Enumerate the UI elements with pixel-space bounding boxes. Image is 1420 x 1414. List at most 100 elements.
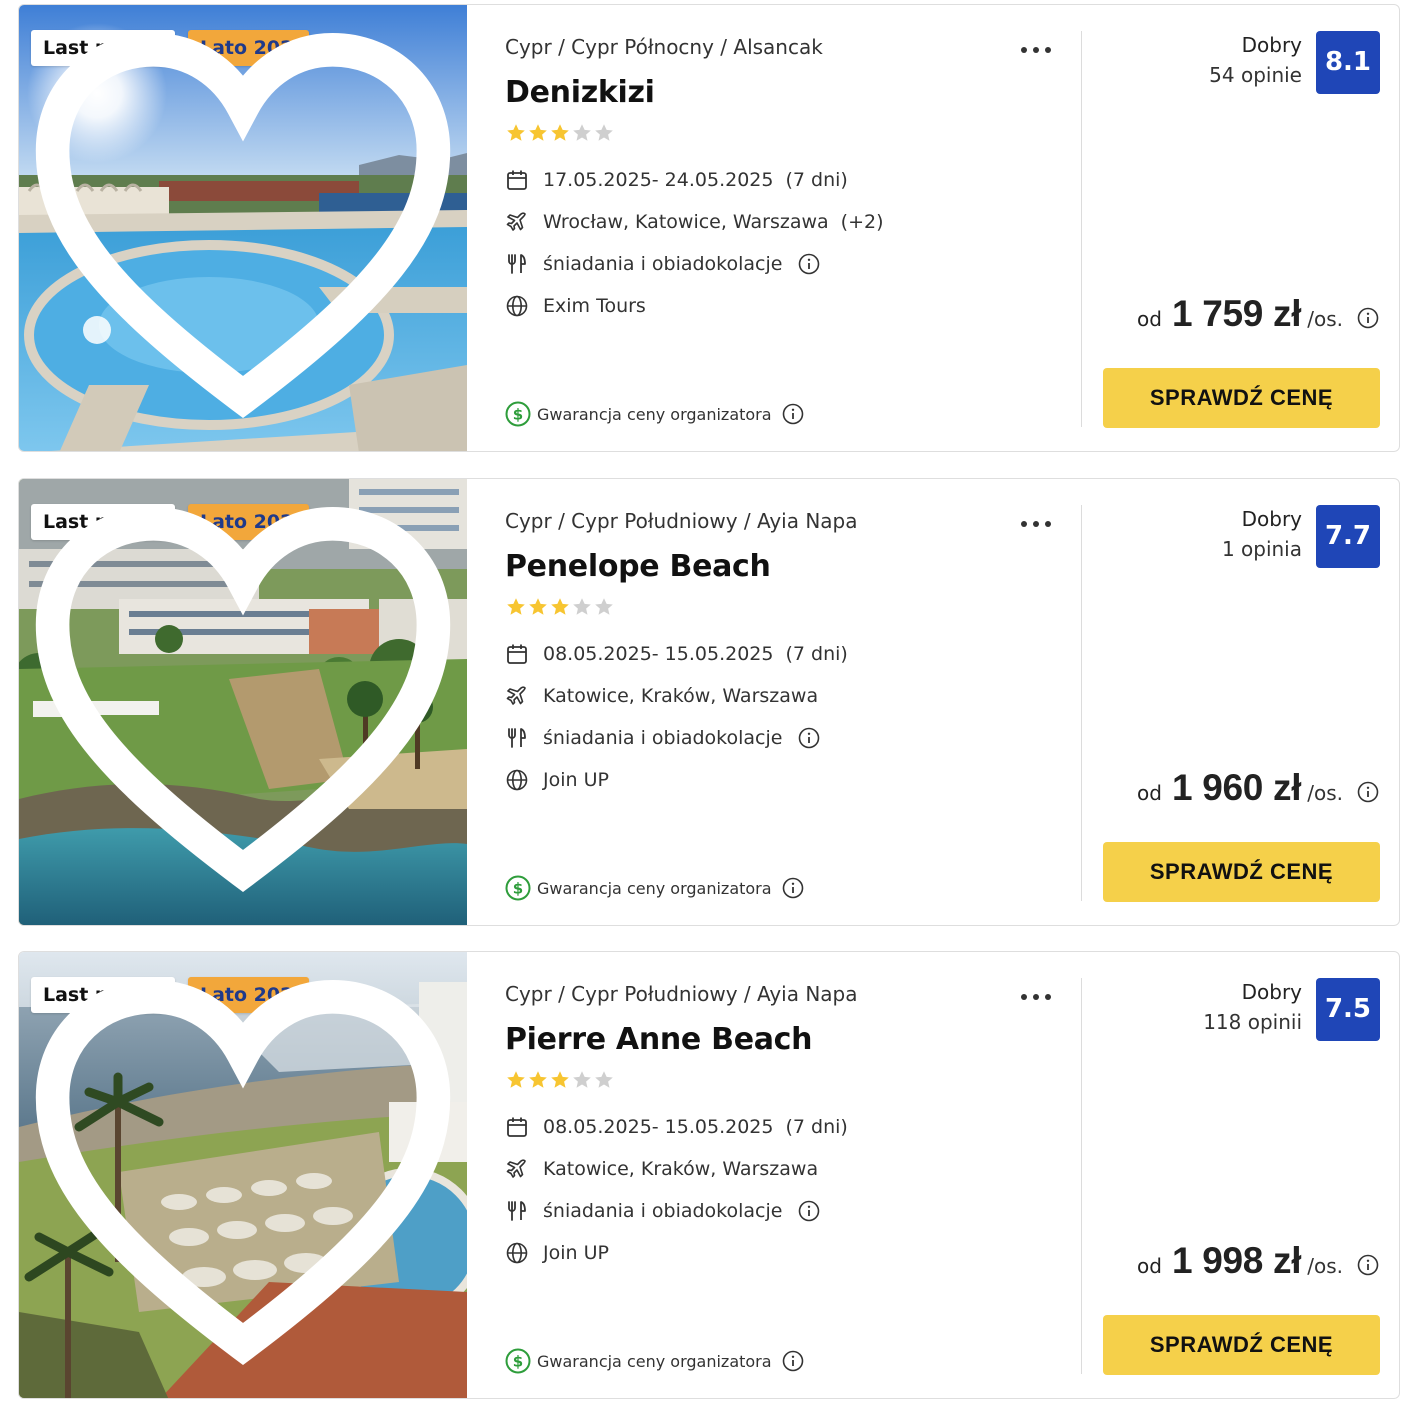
departure-airports: Wrocław, Katowice, Warszawa (+2)	[505, 209, 884, 235]
svg-text:$: $	[513, 1353, 523, 1371]
offer-card[interactable]: Last minute Lato 2025 Cypr / Cypr Połudn…	[18, 951, 1400, 1399]
guarantee-text: Gwarancja ceny organizatora	[537, 404, 772, 424]
rating-label: Dobry	[1241, 33, 1302, 57]
star-filled-icon	[529, 1071, 547, 1088]
hotel-name[interactable]: Pierre Anne Beach	[505, 1022, 813, 1057]
dates-text: 08.05.2025- 15.05.2025	[543, 643, 774, 665]
column-divider	[1081, 505, 1082, 901]
star-empty-icon	[573, 598, 591, 615]
check-price-button[interactable]: SPRAWDŹ CENĘ	[1103, 1315, 1380, 1375]
column-divider	[1081, 978, 1082, 1374]
airports-text: Katowice, Kraków, Warszawa	[543, 685, 819, 707]
board-type: śniadania i obiadokolacje	[505, 725, 820, 751]
info-circle-icon[interactable]	[1357, 1254, 1379, 1276]
board-type: śniadania i obiadokolacje	[505, 1198, 820, 1224]
duration-text: (7 dni)	[785, 169, 848, 191]
board-text: śniadania i obiadokolacje	[543, 727, 783, 749]
hotel-location[interactable]: Cypr / Cypr Południowy / Ayia Napa	[505, 509, 858, 533]
plane-icon	[506, 686, 526, 705]
rating-score-badge: 8.1	[1316, 31, 1380, 94]
star-empty-icon	[573, 1071, 591, 1088]
info-circle-icon[interactable]	[782, 1350, 804, 1372]
hotel-location[interactable]: Cypr / Cypr Północny / Alsancak	[505, 35, 823, 59]
price-amount: 1 998 zł	[1171, 1240, 1302, 1281]
hotel-star-rating	[505, 596, 615, 618]
star-filled-icon	[507, 598, 525, 615]
hotel-photo[interactable]: Last minute Lato 2025	[19, 479, 467, 926]
price-prefix: od	[1137, 307, 1162, 331]
rating-score-badge: 7.5	[1316, 978, 1380, 1041]
dates-text: 17.05.2025- 24.05.2025	[543, 169, 774, 191]
check-price-button[interactable]: SPRAWDŹ CENĘ	[1103, 368, 1380, 428]
review-count[interactable]: 1 opinia	[1222, 537, 1302, 561]
hotel-photo[interactable]: Last minute Lato 2025	[19, 952, 467, 1399]
tour-operator: Exim Tours	[505, 293, 646, 319]
info-circle-icon[interactable]	[798, 1200, 820, 1222]
rating-score-badge: 7.7	[1316, 505, 1380, 568]
more-dots-icon[interactable]	[1019, 512, 1053, 536]
info-circle-icon[interactable]	[782, 403, 804, 425]
departure-airports: Katowice, Kraków, Warszawa	[505, 1156, 818, 1182]
calendar-icon	[507, 170, 527, 190]
star-filled-icon	[551, 1071, 569, 1088]
departure-airports: Katowice, Kraków, Warszawa	[505, 683, 818, 709]
offer-card[interactable]: Last minute Lato 2025 Cypr / Cypr Północ…	[18, 4, 1400, 452]
price-guarantee: $ Gwarancja ceny organizatora	[505, 875, 804, 901]
check-price-button[interactable]: SPRAWDŹ CENĘ	[1103, 842, 1380, 902]
hotel-star-rating	[505, 122, 615, 144]
hotel-star-rating	[505, 1069, 615, 1091]
star-empty-icon	[595, 598, 613, 615]
airports-extra[interactable]: (+2)	[841, 211, 884, 233]
svg-text:$: $	[513, 406, 523, 424]
price-guarantee: $ Gwarancja ceny organizatora	[505, 401, 804, 427]
info-circle-icon[interactable]	[1357, 781, 1379, 803]
heart-outline-icon[interactable]	[19, 479, 467, 926]
rating-label: Dobry	[1241, 507, 1302, 531]
star-filled-icon	[507, 124, 525, 141]
globe-icon	[506, 295, 528, 317]
star-filled-icon	[551, 124, 569, 141]
trip-dates: 08.05.2025- 15.05.2025 (7 dni)	[505, 641, 848, 667]
calendar-icon	[507, 644, 527, 664]
info-circle-icon[interactable]	[782, 877, 804, 899]
review-count[interactable]: 118 opinii	[1203, 1010, 1302, 1034]
info-circle-icon[interactable]	[798, 253, 820, 275]
operator-text: Exim Tours	[543, 295, 646, 317]
star-filled-icon	[551, 598, 569, 615]
rating-label: Dobry	[1241, 980, 1302, 1004]
board-type: śniadania i obiadokolacje	[505, 251, 820, 277]
dollar-circle-icon: $	[505, 1348, 531, 1374]
star-empty-icon	[595, 124, 613, 141]
board-text: śniadania i obiadokolacje	[543, 1200, 783, 1222]
more-dots-icon[interactable]	[1019, 985, 1053, 1009]
operator-text: Join UP	[543, 1242, 609, 1264]
hotel-name[interactable]: Denizkizi	[505, 75, 655, 110]
hotel-name[interactable]: Penelope Beach	[505, 549, 771, 584]
info-circle-icon[interactable]	[1357, 307, 1379, 329]
heart-outline-icon[interactable]	[19, 5, 467, 452]
globe-icon	[506, 769, 528, 791]
star-empty-icon	[595, 1071, 613, 1088]
review-count[interactable]: 54 opinie	[1209, 63, 1302, 87]
hotel-photo[interactable]: Last minute Lato 2025	[19, 5, 467, 452]
price-amount: 1 759 zł	[1171, 293, 1302, 334]
fork-knife-icon	[508, 728, 526, 748]
price-block: od 1 960 zł /os.	[1137, 767, 1379, 809]
more-dots-icon[interactable]	[1019, 38, 1053, 62]
hotel-location[interactable]: Cypr / Cypr Południowy / Ayia Napa	[505, 982, 858, 1006]
price-prefix: od	[1137, 781, 1162, 805]
airports-text: Wrocław, Katowice, Warszawa	[543, 211, 829, 233]
star-empty-icon	[573, 124, 591, 141]
duration-text: (7 dni)	[785, 643, 848, 665]
info-circle-icon[interactable]	[798, 727, 820, 749]
svg-text:$: $	[513, 880, 523, 898]
offer-card[interactable]: Last minute Lato 2025 Cypr / Cypr Połudn…	[18, 478, 1400, 926]
fork-knife-icon	[508, 1201, 526, 1221]
heart-outline-icon[interactable]	[19, 952, 467, 1399]
price-prefix: od	[1137, 1254, 1162, 1278]
trip-dates: 08.05.2025- 15.05.2025 (7 dni)	[505, 1114, 848, 1140]
price-amount: 1 960 zł	[1171, 767, 1302, 808]
price-guarantee: $ Gwarancja ceny organizatora	[505, 1348, 804, 1374]
airports-text: Katowice, Kraków, Warszawa	[543, 1158, 819, 1180]
tour-operator: Join UP	[505, 767, 609, 793]
